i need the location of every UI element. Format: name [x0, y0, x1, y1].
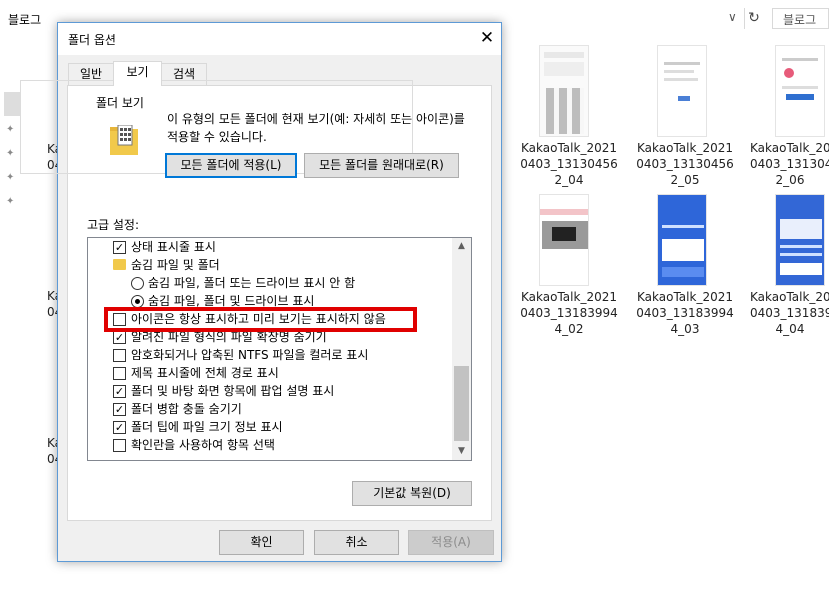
file-caption: KakaoTalk_2021 0403_13183994 4_02	[520, 290, 618, 336]
setting-folder-tip-size[interactable]: ✓ 폴더 팁에 파일 크기 정보 표시	[88, 418, 454, 436]
pin-icon: ✦	[6, 148, 15, 159]
advanced-settings-list: ✓ 상태 표시줄 표시 숨김 파일 및 폴더 숨김 파일, 폴더 또는 드라이브…	[87, 237, 472, 461]
file-thumbnail	[539, 194, 589, 286]
refresh-icon[interactable]: ↻	[745, 8, 763, 29]
checkbox[interactable]	[113, 349, 126, 362]
checkbox[interactable]: ✓	[113, 385, 126, 398]
setting-color-ntfs[interactable]: 암호화되거나 압축된 NTFS 파일을 컬러로 표시	[88, 346, 454, 364]
folder-view-icon	[110, 125, 138, 155]
setting-use-checkboxes[interactable]: 확인란을 사용하여 항목 선택	[88, 436, 454, 454]
scroll-thumb[interactable]	[454, 366, 469, 441]
file-item[interactable]: KakaoTalk_20 0403_131839 4_04	[750, 190, 829, 340]
navigation-pane: ✦ ✦ ✦ ✦	[0, 40, 22, 594]
apply-button[interactable]: 적용(A)	[408, 530, 494, 555]
checkbox[interactable]: ✓	[113, 241, 126, 254]
address-path: 블로그	[8, 13, 42, 27]
file-caption: KakaoTalk_20 0403_131304 2_06	[750, 141, 829, 187]
checkbox[interactable]: ✓	[113, 421, 126, 434]
file-item[interactable]: KakaoTalk_2021 0403_13130456 2_04	[512, 40, 632, 190]
setting-group-hidden-files: 숨김 파일 및 폴더	[88, 256, 454, 274]
file-thumbnail	[657, 194, 707, 286]
apply-to-folders-button[interactable]: 모든 폴더에 적용(L)	[165, 153, 297, 178]
list-scrollbar[interactable]: ▲ ▼	[452, 238, 471, 460]
tab-view[interactable]: 보기	[113, 61, 162, 86]
checkbox[interactable]	[113, 439, 126, 452]
file-thumbnail	[657, 45, 707, 137]
pin-icon: ✦	[6, 124, 15, 135]
cancel-button[interactable]: 취소	[314, 530, 399, 555]
file-thumbnail	[775, 45, 825, 137]
pin-icon: ✦	[6, 172, 15, 183]
scroll-down-icon[interactable]: ▼	[452, 443, 471, 460]
file-item[interactable]: KakaoTalk_2021 0403_13130456 2_05	[630, 40, 750, 190]
checkbox[interactable]	[113, 367, 126, 380]
file-caption: KakaoTalk_20 0403_131839 4_04	[750, 290, 829, 336]
checkbox[interactable]: ✓	[113, 403, 126, 416]
folder-view-group-title: 폴더 보기	[93, 94, 147, 111]
setting-hide-merge-conflicts[interactable]: ✓ 폴더 병합 충돌 숨기기	[88, 400, 454, 418]
advanced-settings-label: 고급 설정:	[87, 218, 140, 232]
setting-hide-hidden-files[interactable]: 숨김 파일, 폴더 또는 드라이브 표시 안 함	[88, 274, 454, 292]
folder-icon	[113, 259, 126, 270]
close-icon[interactable]: ✕	[476, 27, 498, 49]
red-highlight-annotation	[104, 307, 417, 332]
dialog-title: 폴더 옵션	[68, 33, 116, 47]
dialog-titlebar[interactable]: 폴더 옵션 ✕	[58, 23, 501, 55]
radio-button[interactable]	[131, 277, 144, 290]
ok-button[interactable]: 확인	[219, 530, 304, 555]
setting-status-bar[interactable]: ✓ 상태 표시줄 표시	[88, 238, 454, 256]
restore-defaults-button[interactable]: 기본값 복원(D)	[352, 481, 472, 506]
nav-scrollbar[interactable]	[4, 92, 20, 116]
reset-folders-button[interactable]: 모든 폴더를 원래대로(R)	[304, 153, 459, 178]
file-thumbnail	[539, 45, 589, 137]
pin-icon: ✦	[6, 196, 15, 207]
setting-full-path-title[interactable]: 제목 표시줄에 전체 경로 표시	[88, 364, 454, 382]
file-caption: KakaoTalk_2021 0403_13183994 4_03	[636, 290, 734, 336]
file-caption: KakaoTalk_2021 0403_13130456 2_05	[636, 141, 734, 187]
file-item[interactable]: KakaoTalk_2021 0403_13183994 4_02	[512, 190, 632, 340]
chevron-down-icon[interactable]: ∨	[728, 10, 737, 24]
folder-view-description: 이 유형의 모든 폴더에 현재 보기(예: 자세히 또는 아이콘)를 적용할 수…	[167, 112, 465, 144]
file-item[interactable]: KakaoTalk_20 0403_131304 2_06	[750, 40, 829, 190]
search-placeholder: 블로그	[783, 13, 817, 27]
scroll-up-icon[interactable]: ▲	[452, 238, 471, 255]
file-item[interactable]: KakaoTalk_2021 0403_13183994 4_03	[630, 190, 750, 340]
checkbox[interactable]: ✓	[113, 331, 126, 344]
file-thumbnail	[775, 194, 825, 286]
file-caption: KakaoTalk_2021 0403_13130456 2_04	[520, 141, 618, 187]
search-input[interactable]: 블로그	[772, 8, 829, 29]
setting-popup-description[interactable]: ✓ 폴더 및 바탕 화면 항목에 팝업 설명 표시	[88, 382, 454, 400]
